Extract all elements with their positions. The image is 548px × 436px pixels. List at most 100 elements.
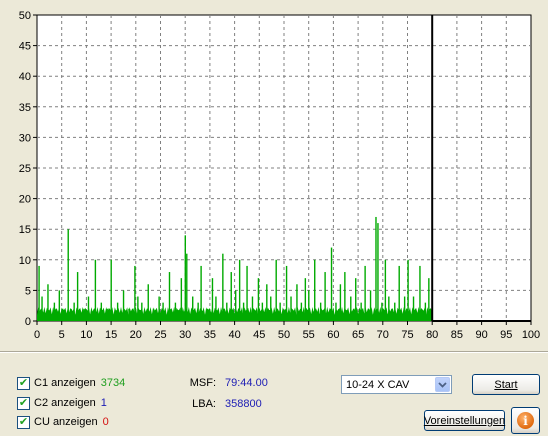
msf-value: 79:44.00 [225, 377, 268, 389]
c1-bar [137, 296, 139, 321]
c1-bar [67, 229, 69, 321]
c1-count: 3734 [100, 377, 126, 389]
c1-bar [152, 308, 155, 321]
x-tick-label: 45 [253, 329, 265, 341]
x-tick-label: 40 [228, 329, 240, 341]
msf-label: MSF: [189, 377, 216, 389]
y-tick-label: 0 [25, 316, 31, 328]
start-button[interactable]: Start [472, 374, 540, 395]
chevron-down-icon[interactable] [435, 377, 450, 392]
c1-bar [128, 308, 130, 321]
c1-bar [87, 296, 90, 321]
c1-bar [285, 265, 288, 321]
y-tick-label: 20 [19, 194, 31, 206]
lba-label: LBA: [192, 398, 216, 410]
c1-bar [381, 302, 383, 321]
c1-bar [230, 272, 232, 321]
x-tick-label: 70 [377, 329, 389, 341]
c2-label: C2 anzeigen [34, 397, 96, 409]
c1-bar [234, 290, 237, 321]
x-tick-label: 95 [500, 329, 512, 341]
c1-bar [53, 302, 56, 321]
x-tick-label: 85 [451, 329, 463, 341]
c1-bar [375, 216, 377, 321]
y-tick-label: 40 [19, 71, 31, 83]
c1-bar [134, 265, 136, 321]
c1-bar [319, 302, 322, 321]
y-tick-label: 10 [19, 255, 31, 267]
c1-bar [110, 259, 112, 321]
c1-bar [251, 296, 254, 321]
x-tick-label: 30 [179, 329, 191, 341]
c1-bar [222, 253, 224, 321]
c1-bar [100, 302, 103, 321]
cu-checkbox[interactable]: ✔ [17, 415, 30, 429]
x-tick-label: 50 [278, 329, 290, 341]
c1-bar [355, 278, 357, 321]
x-tick-label: 25 [154, 329, 166, 341]
y-tick-label: 5 [25, 285, 31, 297]
x-tick-label: 80 [426, 329, 438, 341]
info-icon: i [517, 412, 534, 429]
c1-bar [206, 308, 209, 321]
c1-bar [407, 259, 409, 321]
c1-bar [394, 302, 396, 321]
y-tick-label: 15 [19, 224, 31, 236]
c1-bar [266, 284, 268, 321]
x-tick-label: 35 [204, 329, 216, 341]
c1-bar [364, 265, 366, 321]
c1-bar [58, 290, 61, 321]
c1-bar [242, 302, 245, 321]
c1-bar [424, 302, 427, 321]
c1-bar [350, 296, 352, 321]
c1-bar [76, 272, 79, 321]
c1-bar [211, 278, 214, 321]
c1-bar [428, 278, 430, 321]
c1-bar [419, 265, 421, 321]
c1-checkbox[interactable]: ✔ [17, 376, 30, 390]
cu-checkbox-row[interactable]: ✔ CU anzeigen 0 [17, 415, 109, 429]
c1-bar [384, 259, 387, 321]
c1-bar [324, 272, 326, 321]
settings-button[interactable]: Voreinstellungen [424, 410, 505, 431]
c1-bar [388, 296, 390, 321]
c1-bar [122, 290, 125, 321]
speed-selected-value: 10-24 X CAV [346, 379, 410, 391]
check-icon: ✔ [18, 396, 29, 409]
c1-bar [369, 290, 372, 321]
c1-bar [304, 278, 307, 321]
c1-bar [147, 284, 149, 321]
info-button[interactable]: i [511, 407, 540, 434]
c1-bar [168, 272, 171, 321]
c2-count: 1 [100, 397, 107, 409]
speed-select[interactable]: 10-24 X CAV [341, 375, 452, 394]
c1-bar [186, 253, 188, 321]
c1-bar [200, 265, 202, 321]
c1-bar [162, 302, 164, 321]
c1-bar [180, 278, 183, 321]
c1-checkbox-row[interactable]: ✔ C1 anzeigen 3734 [17, 376, 125, 390]
c1-bar [141, 302, 143, 321]
c1-bar [174, 302, 177, 321]
y-tick-label: 50 [19, 10, 31, 22]
x-tick-label: 75 [401, 329, 413, 341]
chart-svg: 0 5 10 15 20 25 30 35 40 45 50 55 60 65 70 75 80 85 90 95 10… [19, 10, 540, 341]
x-tick-label: 90 [475, 329, 487, 341]
c1-bar [398, 265, 400, 321]
c1-bar [290, 296, 292, 321]
c2-checkbox[interactable]: ✔ [17, 396, 30, 410]
x-tick-label: 65 [352, 329, 364, 341]
c1-bar [226, 302, 228, 321]
check-icon: ✔ [18, 415, 29, 428]
c1-bar [62, 308, 64, 321]
x-tick-label: 10 [80, 329, 92, 341]
c2-checkbox-row[interactable]: ✔ C2 anzeigen 1 [17, 396, 107, 410]
c1-bar [314, 259, 316, 321]
c1-bar [158, 296, 160, 321]
c1-bar [197, 302, 199, 321]
x-tick-label: 100 [522, 329, 540, 341]
c1-bar [47, 284, 49, 321]
cu-count: 0 [102, 416, 109, 428]
c1-bar [412, 296, 415, 321]
x-tick-label: 20 [130, 329, 142, 341]
